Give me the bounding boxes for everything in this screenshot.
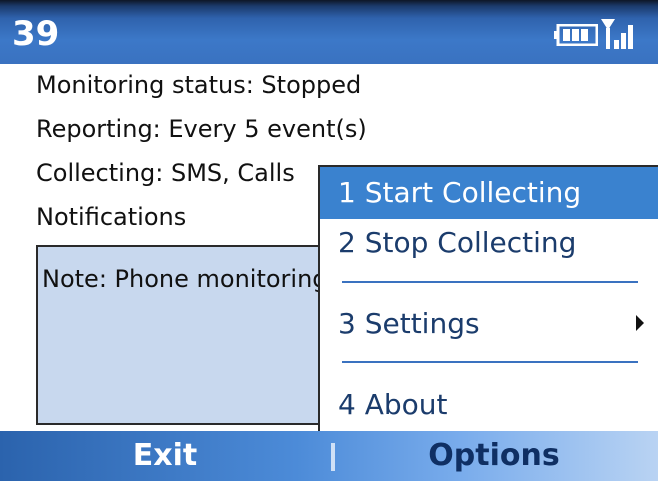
menu-separator (342, 281, 638, 283)
exit-softkey[interactable]: Exit (0, 431, 330, 481)
monitoring-status-label: Monitoring status: Stopped (36, 71, 362, 99)
menu-item-settings[interactable]: 3 Settings (320, 298, 658, 350)
menu-separator (342, 361, 638, 363)
menu-item-settings-label: 3 Settings (338, 307, 480, 340)
battery-icon (554, 24, 598, 46)
note-box: Note: Phone monitoring (36, 245, 356, 425)
signal-strength-icon (601, 19, 633, 49)
status-icons (544, 14, 644, 54)
menu-item-start-collecting[interactable]: 1 Start Collecting (320, 167, 658, 219)
options-menu[interactable]: 1 Start Collecting 2 Stop Collecting 3 S… (318, 165, 658, 435)
menu-item-about[interactable]: 4 About (320, 379, 658, 431)
menu-item-stop-collecting[interactable]: 2 Stop Collecting (320, 217, 658, 269)
notifications-label[interactable]: Notifications (36, 202, 186, 232)
note-text: Note: Phone monitoring (42, 265, 328, 293)
options-softkey[interactable]: Options (330, 431, 658, 481)
reporting-label: Reporting: Every 5 event(s) (36, 115, 367, 143)
submenu-arrow-icon (636, 315, 644, 331)
collecting-label: Collecting: SMS, Calls (36, 159, 295, 187)
title-text: 39 (12, 14, 60, 54)
title-bar: 39 (0, 0, 658, 64)
softkey-bar: Exit Options (0, 431, 658, 481)
